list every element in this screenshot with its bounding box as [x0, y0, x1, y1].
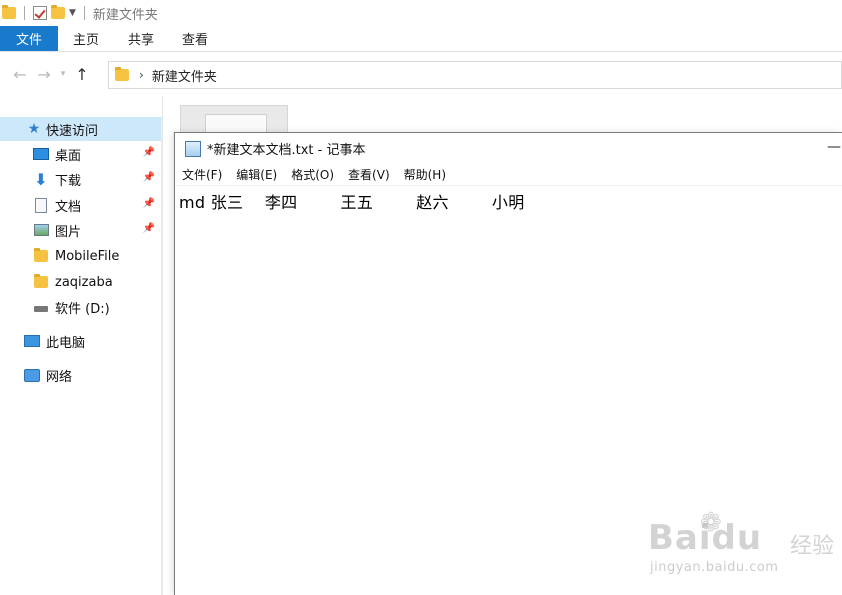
- computer-icon: [24, 333, 40, 349]
- back-arrow-icon[interactable]: ←: [8, 65, 32, 84]
- folder-icon: [115, 67, 129, 81]
- tab-home[interactable]: 主页: [58, 26, 114, 51]
- sidebar-item-desktop[interactable]: 桌面 📌: [0, 142, 161, 166]
- text-file-icon[interactable]: [180, 105, 288, 137]
- menu-format[interactable]: 格式(O): [291, 166, 334, 183]
- folder-icon: [2, 5, 16, 19]
- baidu-watermark: ❁ Baidu 经验 jingyan.baidu.com: [648, 508, 834, 588]
- sidebar-item-label: 快速访问: [46, 123, 99, 139]
- navigation-bar: ← → ▾ ↑ › 新建文件夹: [0, 52, 842, 96]
- pin-icon[interactable]: 📌: [143, 172, 155, 183]
- notepad-icon: [185, 140, 201, 157]
- sidebar-item-zaqizaba[interactable]: zaqizaba: [0, 270, 161, 294]
- tab-file[interactable]: 文件: [0, 26, 58, 51]
- star-icon: ★: [27, 121, 41, 137]
- pin-icon[interactable]: 📌: [143, 198, 155, 209]
- sidebar-item-mobilefile[interactable]: MobileFile: [0, 244, 161, 268]
- explorer-title-bar: ▼ 新建文件夹: [0, 0, 842, 26]
- properties-icon[interactable]: [33, 6, 47, 20]
- sidebar-item-label: 下载: [55, 173, 82, 189]
- sidebar-item-downloads[interactable]: ⬇ 下载 📌: [0, 167, 161, 191]
- minimize-icon[interactable]: —: [827, 139, 841, 155]
- address-bar[interactable]: › 新建文件夹: [108, 61, 842, 89]
- window-title: 新建文件夹: [92, 7, 158, 23]
- navigation-pane: ★ 快速访问 桌面 📌 ⬇ 下载 📌 文档 📌 图片 📌 MobileFile …: [0, 96, 163, 595]
- toolbar-divider: [24, 6, 25, 20]
- sidebar-item-quick-access[interactable]: ★ 快速访问: [0, 117, 161, 141]
- menu-edit[interactable]: 编辑(E): [236, 166, 277, 183]
- notepad-title-bar[interactable]: *新建文本文档.txt - 记事本 —: [175, 133, 842, 164]
- new-folder-icon[interactable]: [51, 5, 65, 19]
- forward-arrow-icon[interactable]: →: [32, 65, 56, 84]
- notepad-title: *新建文本文档.txt - 记事本: [207, 143, 366, 158]
- menu-help[interactable]: 帮助(H): [404, 166, 446, 183]
- pictures-icon: [33, 222, 49, 238]
- recent-locations-icon[interactable]: ▾: [56, 69, 70, 79]
- toolbar-divider: [83, 6, 85, 20]
- watermark-brand-cn: 经验: [790, 534, 835, 559]
- notepad-text-area[interactable]: md 张三 李四 王五 赵六 小明: [179, 189, 525, 213]
- pin-icon[interactable]: 📌: [143, 223, 155, 234]
- download-icon: ⬇: [34, 169, 48, 189]
- sidebar-item-label: 桌面: [55, 148, 82, 164]
- up-arrow-icon[interactable]: ↑: [70, 65, 94, 84]
- chevron-right-icon[interactable]: ›: [139, 68, 144, 82]
- sidebar-item-label: 图片: [55, 224, 82, 240]
- customize-toolbar-icon[interactable]: ▼: [69, 8, 76, 18]
- menu-view[interactable]: 查看(V): [348, 166, 390, 183]
- sidebar-item-this-pc[interactable]: 此电脑: [0, 329, 161, 353]
- sidebar-item-label: 文档: [55, 199, 82, 215]
- tab-share[interactable]: 共享: [114, 26, 168, 51]
- tab-view[interactable]: 查看: [168, 26, 222, 51]
- watermark-brand: Baidu: [648, 518, 763, 558]
- folder-icon: [33, 274, 49, 290]
- document-icon: [33, 197, 49, 213]
- nav-pane-scrollbar[interactable]: [161, 116, 162, 595]
- sidebar-item-label: zaqizaba: [55, 274, 113, 290]
- watermark-url: jingyan.baidu.com: [650, 560, 779, 575]
- ribbon-tabs: 文件 主页 共享 查看: [0, 26, 842, 52]
- notepad-menu-bar: 文件(F) 编辑(E) 格式(O) 查看(V) 帮助(H): [175, 164, 842, 186]
- drive-icon: [33, 299, 49, 315]
- folder-icon: [33, 248, 49, 264]
- pin-icon[interactable]: 📌: [143, 147, 155, 158]
- sidebar-item-network[interactable]: 网络: [0, 363, 161, 387]
- menu-file[interactable]: 文件(F): [182, 166, 222, 183]
- desktop-icon: [33, 146, 49, 162]
- sidebar-item-label: MobileFile: [55, 248, 120, 264]
- sidebar-item-drive-d[interactable]: 软件 (D:): [0, 295, 161, 319]
- sidebar-item-documents[interactable]: 文档 📌: [0, 193, 161, 217]
- sidebar-item-label: 此电脑: [46, 335, 86, 351]
- breadcrumb[interactable]: 新建文件夹: [152, 66, 217, 85]
- network-icon: [24, 367, 40, 383]
- sidebar-item-label: 网络: [46, 369, 73, 385]
- quick-access-toolbar: ▼: [2, 5, 89, 20]
- sidebar-item-label: 软件 (D:): [55, 301, 110, 317]
- sidebar-item-pictures[interactable]: 图片 📌: [0, 218, 161, 242]
